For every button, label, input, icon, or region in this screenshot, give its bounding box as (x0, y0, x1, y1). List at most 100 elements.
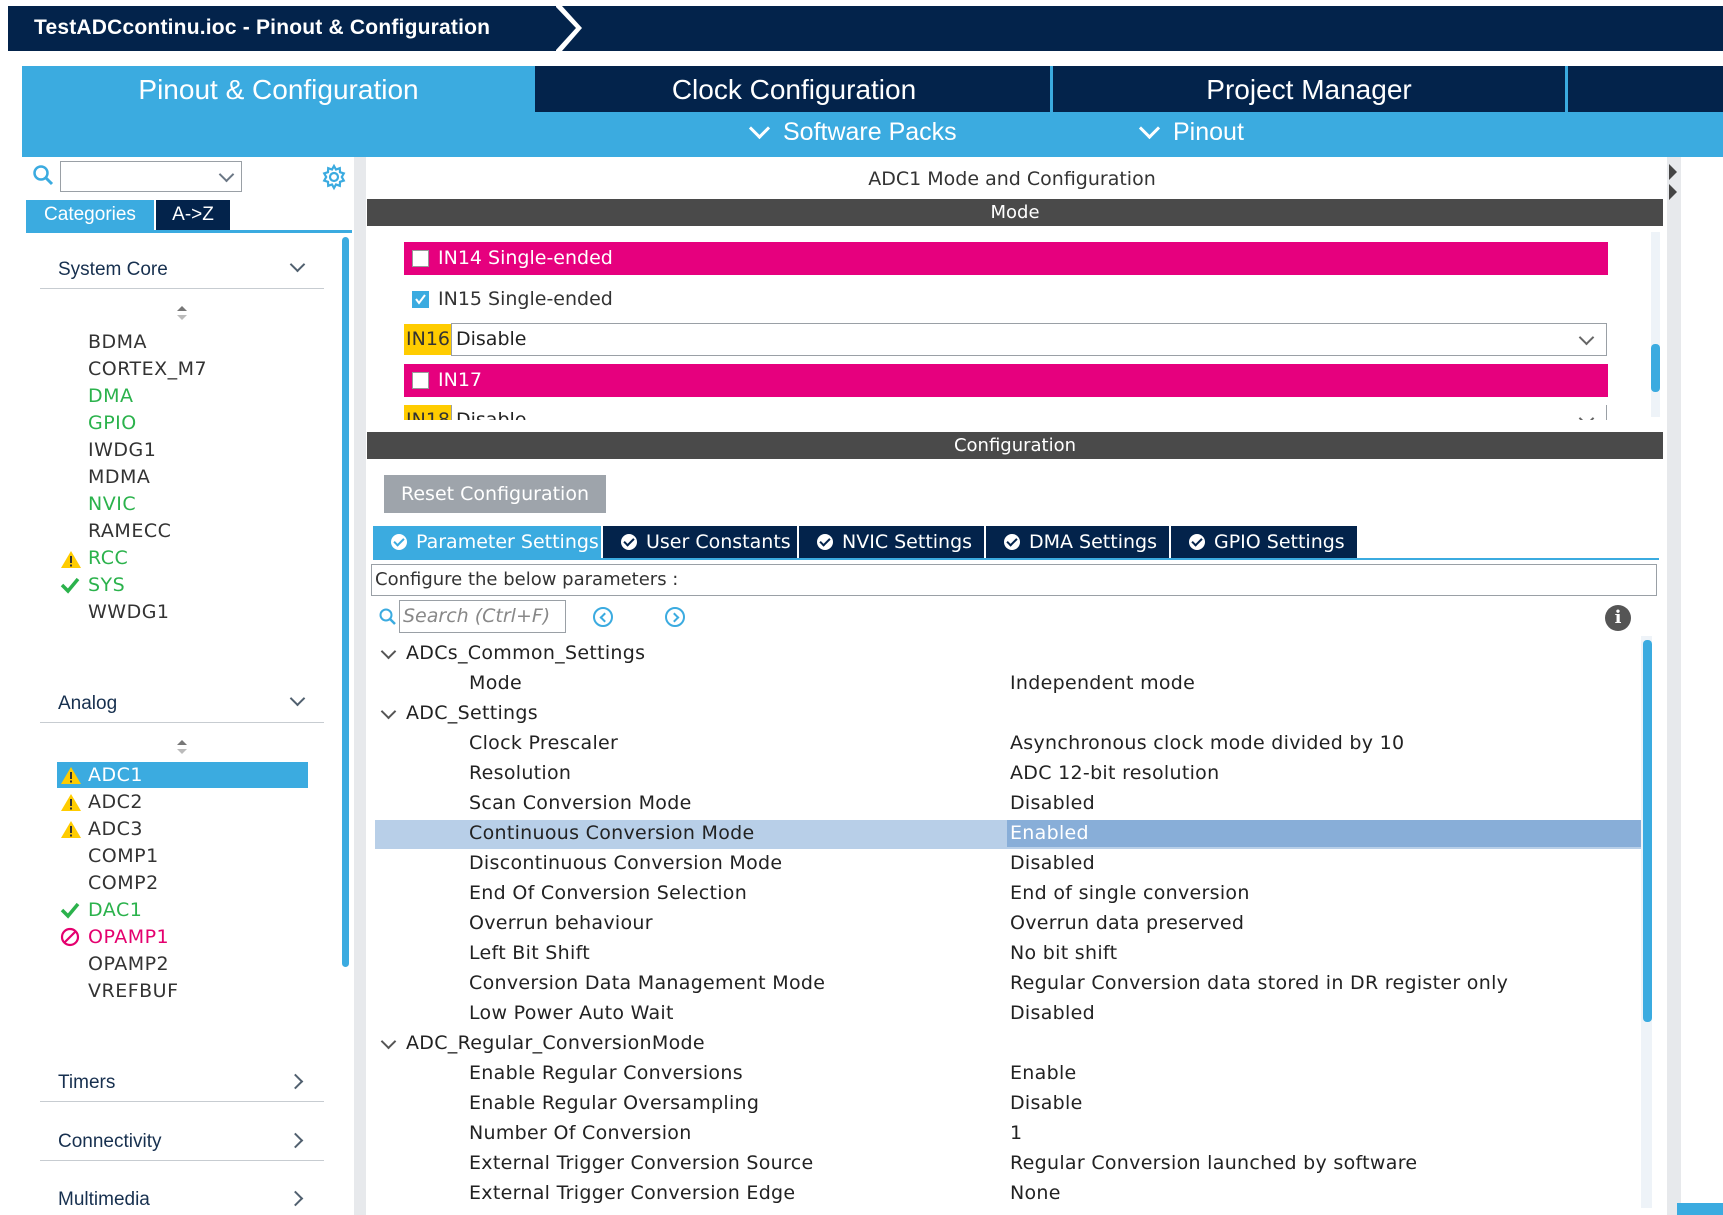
collapse-arrows-icon[interactable] (1667, 160, 1681, 210)
table-row[interactable]: Resolution ADC 12-bit resolution (375, 760, 1641, 789)
table-row[interactable]: Scan Conversion Mode Disabled (375, 790, 1641, 819)
list-item-ramecc[interactable]: RAMECC (88, 520, 171, 542)
list-item-cortex-m7[interactable]: CORTEX_M7 (88, 358, 207, 380)
tab-categories[interactable]: Categories (26, 200, 154, 230)
table-row-selected[interactable]: Continuous Conversion Mode Enabled (375, 820, 1644, 849)
param-value[interactable]: Enable (1010, 1062, 1077, 1084)
reset-configuration-button[interactable]: Reset Configuration (384, 475, 606, 513)
table-row[interactable]: External Trigger Conversion Source Regul… (375, 1150, 1641, 1179)
chevron-down-icon[interactable] (218, 166, 235, 183)
param-value[interactable]: Enabled (1007, 820, 1644, 847)
param-value[interactable]: Independent mode (1010, 672, 1195, 694)
tab-a-z[interactable]: A->Z (156, 200, 230, 230)
tab-nvic-settings[interactable]: NVIC Settings (799, 526, 984, 558)
list-item-mdma[interactable]: MDMA (88, 466, 150, 488)
list-item-comp1[interactable]: COMP1 (88, 845, 159, 867)
parameter-search-input[interactable]: Search (Ctrl+F) (399, 600, 566, 633)
info-icon[interactable]: i (1605, 605, 1631, 631)
list-item-sys[interactable]: SYS (88, 574, 125, 596)
table-row[interactable]: Clock Prescaler Asynchronous clock mode … (375, 730, 1641, 759)
left-scrollbar[interactable] (342, 237, 349, 967)
param-value[interactable]: Disabled (1010, 792, 1095, 814)
section-analog[interactable]: Analog (58, 693, 117, 715)
table-row[interactable]: Left Bit Shift No bit shift (375, 940, 1641, 969)
list-item-opamp1[interactable]: OPAMP1 (88, 926, 169, 948)
in15-checkbox[interactable] (412, 291, 429, 308)
table-row[interactable]: External Trigger Conversion Edge None (375, 1180, 1641, 1209)
group-adc-settings[interactable]: ADC_Settings (375, 700, 1641, 729)
table-row[interactable]: Overrun behaviour Overrun data preserved (375, 910, 1641, 939)
list-item-adc3[interactable]: ADC3 (88, 818, 143, 840)
list-item-wwdg1[interactable]: WWDG1 (88, 601, 170, 623)
param-value[interactable]: Overrun data preserved (1010, 912, 1244, 934)
gear-icon[interactable] (320, 163, 348, 191)
group-adc-regular-conversionmode[interactable]: ADC_Regular_ConversionMode (375, 1030, 1641, 1059)
table-row[interactable]: Number Of Conversion 1 (375, 1120, 1641, 1149)
sort-icon[interactable] (176, 739, 188, 755)
search-combobox[interactable] (60, 161, 242, 192)
param-value[interactable]: Disabled (1010, 1002, 1095, 1024)
in16-select[interactable]: Disable (451, 323, 1607, 356)
table-row[interactable]: Discontinuous Conversion Mode Disabled (375, 850, 1641, 879)
group-adcs-common-settings[interactable]: ADCs_Common_Settings (375, 640, 1641, 669)
section-timers[interactable]: Timers (58, 1072, 115, 1094)
list-item-comp2[interactable]: COMP2 (88, 872, 159, 894)
tab-user-constants[interactable]: User Constants (603, 526, 797, 558)
table-row[interactable]: Mode Independent mode (375, 670, 1641, 699)
in17-checkbox[interactable] (412, 372, 429, 389)
list-item-adc1[interactable]: ADC1 (88, 764, 143, 786)
section-system-core[interactable]: System Core (58, 259, 168, 281)
panel-splitter[interactable] (354, 157, 366, 1215)
chevron-down-icon[interactable] (380, 703, 397, 720)
tab-project-manager[interactable]: Project Manager (1053, 66, 1565, 113)
list-item-rcc[interactable]: RCC (88, 547, 128, 569)
param-value[interactable]: Regular Conversion data stored in DR reg… (1010, 972, 1508, 994)
chevron-down-icon[interactable] (380, 643, 397, 660)
search-icon[interactable] (378, 607, 398, 627)
tab-gpio-settings[interactable]: GPIO Settings (1171, 526, 1357, 558)
mode-row-in17[interactable]: IN17 (404, 364, 1608, 397)
mode-row-in14[interactable]: IN14 Single-ended (404, 242, 1608, 275)
tab-dma-settings[interactable]: DMA Settings (986, 526, 1169, 558)
tab-pinout-configuration[interactable]: Pinout & Configuration (22, 66, 535, 113)
list-item-gpio[interactable]: GPIO (88, 412, 137, 434)
param-value[interactable]: Disable (1010, 1092, 1083, 1114)
param-value[interactable]: No bit shift (1010, 942, 1117, 964)
tab-parameter-settings[interactable]: Parameter Settings (373, 526, 601, 558)
list-item-dac1[interactable]: DAC1 (88, 899, 142, 921)
section-multimedia[interactable]: Multimedia (58, 1189, 150, 1211)
list-item-iwdg1[interactable]: IWDG1 (88, 439, 156, 461)
list-item-opamp2[interactable]: OPAMP2 (88, 953, 169, 975)
sort-icon[interactable] (176, 305, 188, 321)
table-row[interactable]: Low Power Auto Wait Disabled (375, 1000, 1641, 1029)
param-value[interactable]: End of single conversion (1010, 882, 1250, 904)
list-item-nvic[interactable]: NVIC (88, 493, 136, 515)
table-row[interactable]: Enable Regular Oversampling Disable (375, 1090, 1641, 1119)
param-value[interactable]: ADC 12-bit resolution (1010, 762, 1219, 784)
section-connectivity[interactable]: Connectivity (58, 1131, 162, 1153)
in18-select[interactable]: Disable (451, 405, 1607, 420)
param-value[interactable]: Regular Conversion launched by software (1010, 1152, 1417, 1174)
mode-scrollbar[interactable] (1651, 344, 1660, 392)
parameter-scrollbar[interactable] (1643, 640, 1652, 1022)
param-value[interactable]: Disabled (1010, 852, 1095, 874)
list-item-dma[interactable]: DMA (88, 385, 134, 407)
next-match-icon[interactable] (665, 607, 685, 627)
list-item-bdma[interactable]: BDMA (88, 331, 147, 353)
in14-checkbox[interactable] (412, 250, 429, 267)
chevron-down-icon[interactable] (380, 1033, 397, 1050)
previous-match-icon[interactable] (593, 607, 613, 627)
software-packs-menu[interactable]: Software Packs (748, 117, 957, 147)
tab-clock-configuration[interactable]: Clock Configuration (538, 66, 1050, 113)
search-icon[interactable] (32, 164, 56, 188)
table-row[interactable]: Conversion Data Management Mode Regular … (375, 970, 1641, 999)
param-value[interactable]: Asynchronous clock mode divided by 10 (1010, 732, 1404, 754)
table-row[interactable]: Enable Regular Conversions Enable (375, 1060, 1641, 1089)
list-item-vrefbuf[interactable]: VREFBUF (88, 980, 179, 1002)
mode-row-in15[interactable]: IN15 Single-ended (404, 283, 1608, 316)
pinout-menu[interactable]: Pinout (1138, 117, 1244, 147)
list-item-adc2[interactable]: ADC2 (88, 791, 143, 813)
param-value[interactable]: None (1010, 1182, 1061, 1204)
table-row[interactable]: End Of Conversion Selection End of singl… (375, 880, 1641, 909)
param-value[interactable]: 1 (1010, 1122, 1022, 1144)
